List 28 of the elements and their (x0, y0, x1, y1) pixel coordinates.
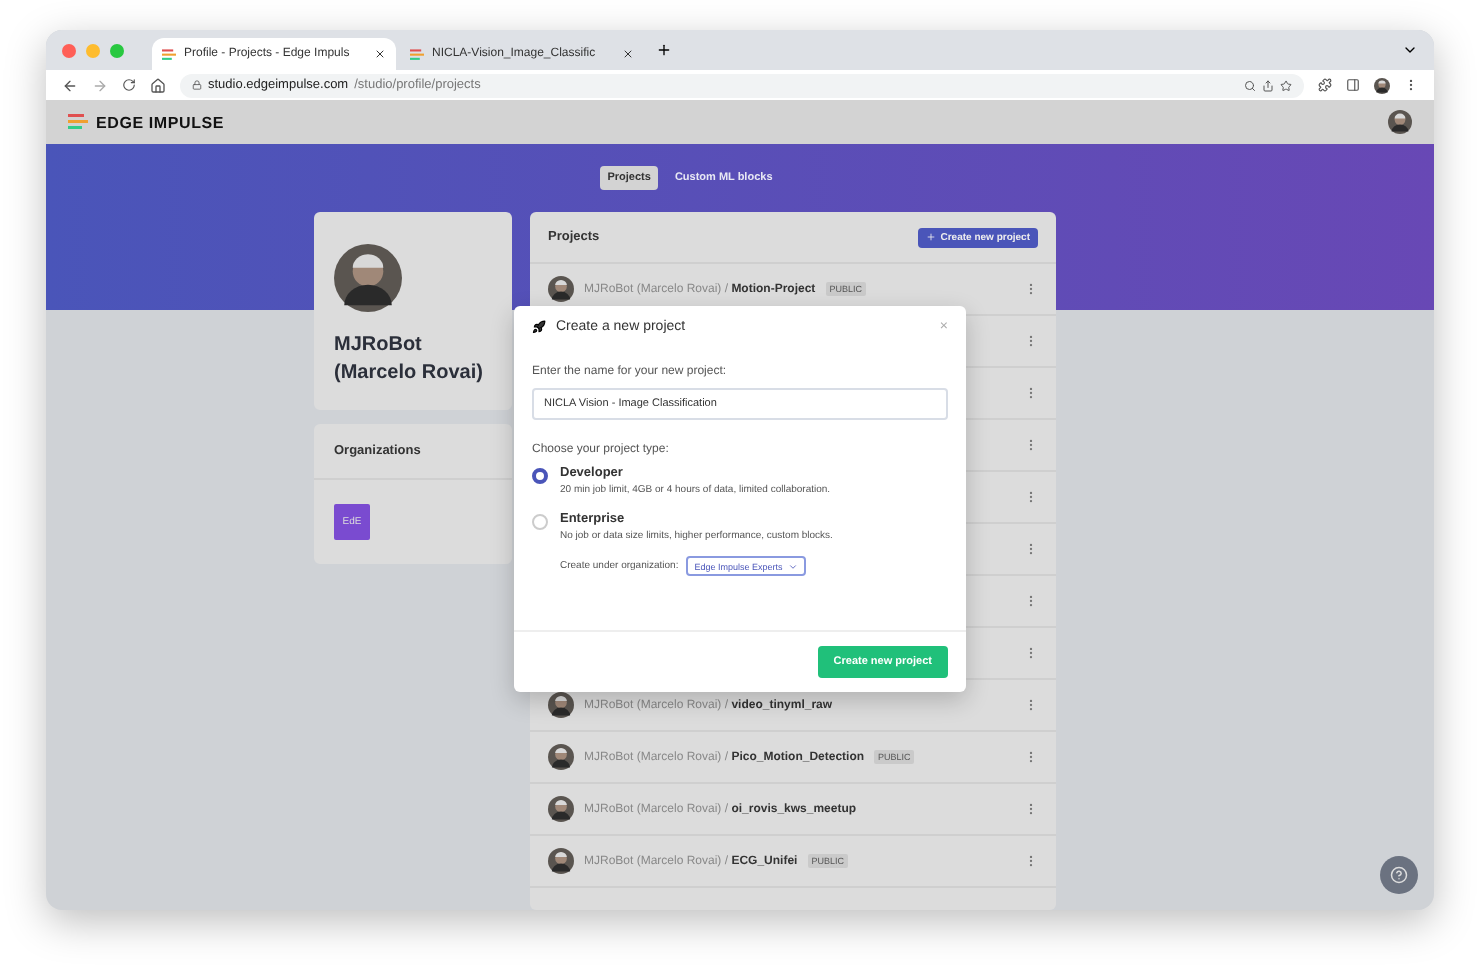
lock-icon (192, 80, 202, 90)
rocket-icon (532, 319, 546, 333)
profile-name: MJRoBot (Marcelo Rovai) (334, 332, 485, 386)
chevron-icon[interactable] (1402, 42, 1418, 58)
close-icon[interactable] (622, 48, 634, 60)
logo-icon (68, 114, 88, 130)
logo-icon (410, 47, 424, 61)
star-icon[interactable] (1280, 79, 1292, 91)
sidebar-icon[interactable] (1346, 78, 1360, 92)
menu-icon[interactable] (1404, 78, 1418, 92)
puzzle-icon[interactable] (1318, 78, 1332, 92)
forward-icon[interactable] (92, 77, 108, 93)
share-icon[interactable] (1262, 79, 1274, 91)
close-window-icon[interactable] (62, 43, 76, 57)
close-icon[interactable] (374, 48, 386, 60)
plus-icon (926, 232, 937, 242)
chevron-icon (788, 561, 799, 571)
help-icon (1390, 866, 1408, 884)
logo-icon (162, 47, 176, 61)
back-icon[interactable] (62, 77, 78, 93)
reload-icon[interactable] (122, 78, 136, 92)
new-tab-icon[interactable] (656, 42, 672, 58)
home-icon[interactable] (150, 77, 166, 93)
zoom-icon[interactable] (110, 43, 124, 57)
search-icon[interactable] (1244, 79, 1256, 91)
radio-button[interactable] (532, 468, 548, 484)
logo-text: EDGE IMPULSE (96, 113, 225, 131)
help-button[interactable] (1380, 856, 1418, 894)
